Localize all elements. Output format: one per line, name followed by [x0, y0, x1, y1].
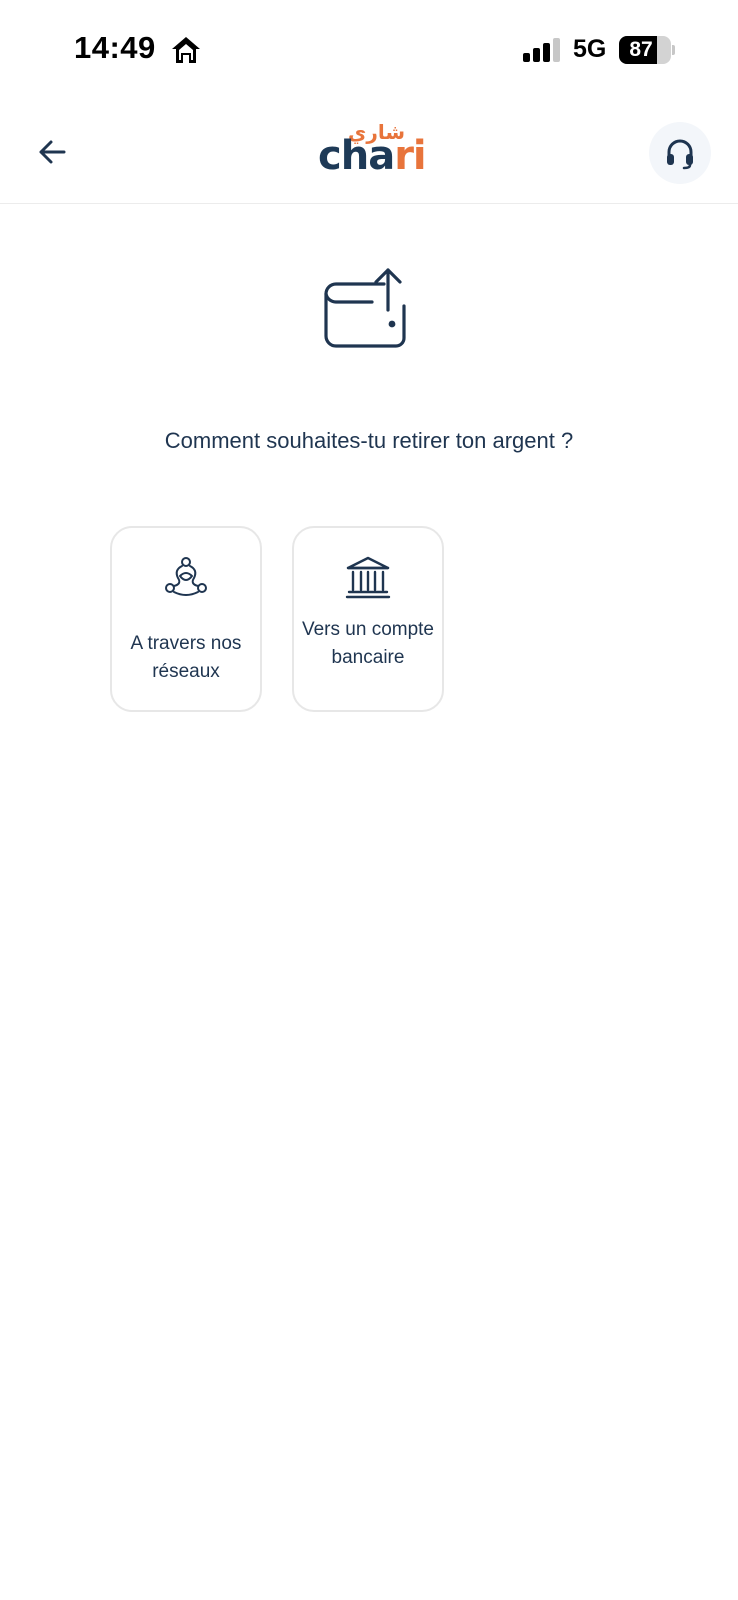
withdraw-question: Comment souhaites-tu retirer ton argent … [164, 428, 574, 453]
cellular-signal-icon [523, 38, 560, 62]
arrow-left-icon [39, 140, 66, 164]
battery-percent: 87 [629, 38, 653, 61]
option-bank-account-label: Vers un compte bancaire [301, 619, 435, 668]
network-type: 5G [573, 35, 607, 63]
headset-icon [667, 139, 693, 170]
option-bank-account[interactable]: Vers un compte bancaire [292, 526, 444, 712]
network-icon [165, 557, 207, 596]
status-bar: 14:49 5G 87 [0, 0, 738, 100]
status-time: 14:49 [74, 30, 156, 65]
support-button[interactable] [649, 122, 711, 184]
back-button[interactable] [30, 130, 74, 174]
home-icon [172, 37, 200, 63]
logo-latin-main: cha [318, 133, 395, 179]
option-networks[interactable]: A travers nos réseaux [110, 526, 262, 712]
wallet-withdraw-icon [324, 268, 406, 348]
option-networks-label: A travers nos réseaux [130, 633, 242, 682]
logo-latin-accent: ri [394, 133, 426, 179]
bank-icon [345, 556, 391, 599]
chari-logo: شاري chari [318, 120, 427, 182]
logo-latin-text: chari [318, 130, 427, 182]
battery-icon: 87 [619, 36, 675, 64]
app-header: شاري chari [0, 100, 738, 204]
